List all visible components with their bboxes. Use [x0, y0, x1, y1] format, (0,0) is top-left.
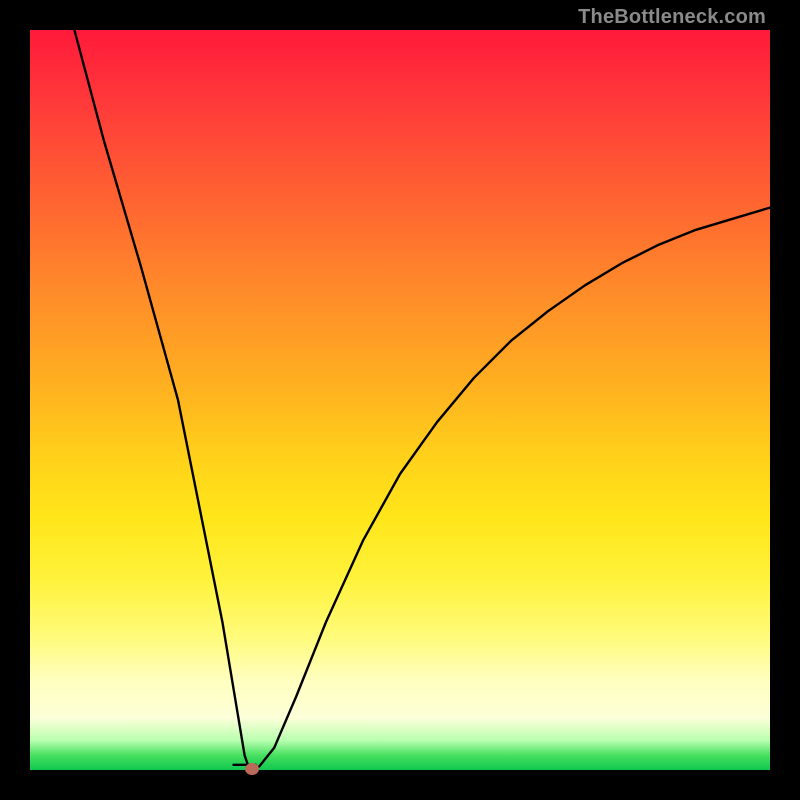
bottleneck-marker	[245, 763, 259, 775]
chart-frame: TheBottleneck.com	[0, 0, 800, 800]
watermark-text: TheBottleneck.com	[578, 6, 766, 29]
curve-layer	[30, 30, 770, 770]
bottleneck-curve-path	[74, 30, 770, 770]
